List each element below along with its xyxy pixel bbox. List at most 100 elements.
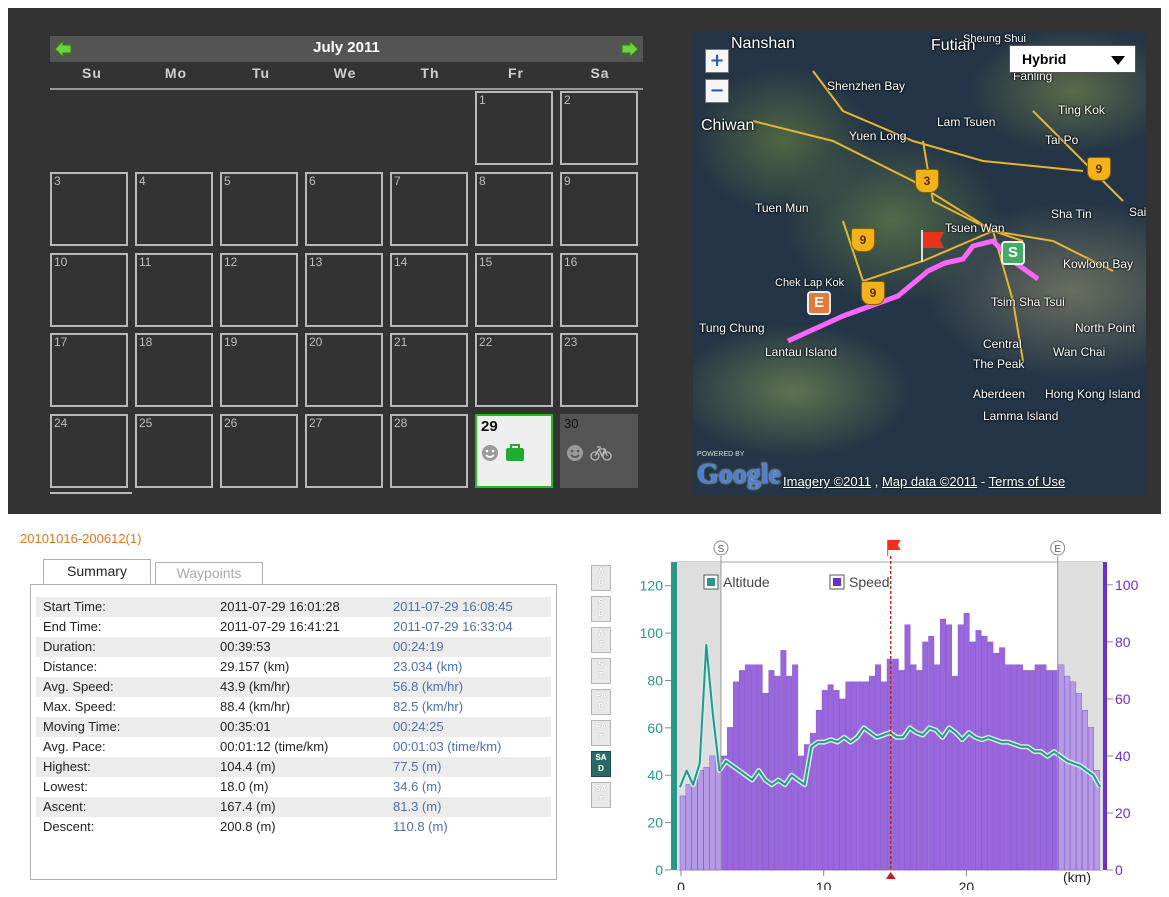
chart-mode-button-active[interactable]: SA D <box>591 751 611 777</box>
bicycle-icon[interactable] <box>590 444 612 462</box>
route-map[interactable]: Nanshan Futian Sheung Shui Fanling Shenz… <box>693 31 1146 496</box>
chart-mode-button[interactable]: ST <box>591 658 611 684</box>
row-selection: 56.8 (km/hr) <box>393 679 464 694</box>
next-month-arrow-icon[interactable] <box>620 39 640 59</box>
map-data-link[interactable]: Map data ©2011 <box>882 474 977 489</box>
summary-row: Descent: 200.8 (m) 110.8 (m) <box>36 817 551 837</box>
speed-bar <box>839 698 846 871</box>
calendar-day-cell[interactable]: 14 <box>390 253 468 327</box>
speed-bar <box>869 675 876 871</box>
summary-row: Max. Speed: 88.4 (km/hr) 82.5 (km/hr) <box>36 697 551 717</box>
calendar-day-cell[interactable]: 13 <box>305 253 383 327</box>
speed-bar <box>697 769 704 871</box>
left-tick-label: 120 <box>640 578 664 594</box>
calendar-day-cell-selected[interactable]: 29 <box>475 414 553 488</box>
calendar-day-cell[interactable]: 20 <box>305 333 383 407</box>
calendar-day-cell[interactable]: 19 <box>220 333 298 407</box>
speed-bar <box>691 778 698 871</box>
right-tick-label: 20 <box>1115 805 1131 821</box>
row-label: Descent: <box>43 819 95 834</box>
day-name: We <box>333 65 357 81</box>
left-tick-label: 80 <box>647 672 663 688</box>
calendar-day-cell[interactable]: 28 <box>390 414 468 488</box>
zoom-in-button[interactable]: + <box>705 49 729 73</box>
terms-of-use-link[interactable]: Terms of Use <box>989 474 1066 489</box>
day-number: 15 <box>479 255 493 269</box>
speed-bar <box>851 681 858 871</box>
row-label: Moving Time: <box>43 719 121 734</box>
chart-mode-button[interactable]: SD <box>591 596 611 622</box>
tab-waypoints[interactable]: Waypoints <box>155 562 263 584</box>
mode-bottom: T <box>598 733 604 742</box>
mode-bottom: T <box>598 640 604 649</box>
calendar-day-cell[interactable]: 3 <box>50 172 128 246</box>
day-number: 2 <box>564 93 571 107</box>
calendar-day-cell[interactable]: 15 <box>475 253 553 327</box>
start-marker-icon[interactable]: S <box>1001 241 1025 265</box>
tab-summary[interactable]: Summary <box>43 559 151 584</box>
calendar-day-cell[interactable]: 27 <box>305 414 383 488</box>
legend-speed-label: Speed <box>849 574 889 590</box>
calendar-day-names: Su Mo Tu We Th Fr Sa <box>50 62 643 90</box>
calendar-day-cell[interactable]: 8 <box>475 172 553 246</box>
speed-bar <box>1076 692 1082 871</box>
calendar-day-cell[interactable]: 2 <box>560 91 638 165</box>
chart-mode-button[interactable]: PA D <box>591 689 611 715</box>
start-chart-marker-icon-label: S <box>718 544 725 555</box>
speed-bar <box>1070 681 1077 871</box>
calendar-day-cell[interactable]: 12 <box>220 253 298 327</box>
map-label: Tai Po <box>1045 133 1079 147</box>
calendar-day-cell[interactable]: 5 <box>220 172 298 246</box>
briefcase-icon[interactable] <box>505 444 525 462</box>
calendar-day-cell[interactable]: 23 <box>560 333 638 407</box>
calendar-day-cell[interactable]: 22 <box>475 333 553 407</box>
day-number: 7 <box>394 174 401 188</box>
zoom-out-button[interactable]: − <box>705 79 729 103</box>
calendar-day-cell[interactable]: 9 <box>560 172 638 246</box>
smiley-icon[interactable] <box>566 444 584 462</box>
row-selection: 00:24:25 <box>393 719 444 734</box>
imagery-link[interactable]: Imagery ©2011 <box>783 474 871 489</box>
speed-bar <box>981 635 988 871</box>
speed-bar <box>792 664 799 871</box>
calendar-day-cell[interactable]: 6 <box>305 172 383 246</box>
day-number: 20 <box>309 335 323 349</box>
calendar-day-cell[interactable]: 30 <box>560 414 638 488</box>
right-tick-label: 100 <box>1115 577 1139 593</box>
calendar-day-cell[interactable]: 7 <box>390 172 468 246</box>
flag-icon[interactable] <box>918 228 948 264</box>
smiley-icon[interactable] <box>481 444 499 462</box>
calendar-day-cell[interactable]: 10 <box>50 253 128 327</box>
calendar-day-cell[interactable]: 17 <box>50 333 128 407</box>
calendar-day-cell[interactable]: 18 <box>135 333 213 407</box>
day-number: 3 <box>54 174 61 188</box>
calendar-day-cell[interactable]: 11 <box>135 253 213 327</box>
mode-top: S <box>598 660 604 669</box>
chart-mode-button[interactable]: AT <box>591 627 611 653</box>
chart-mode-button[interactable]: SA T <box>591 782 611 808</box>
calendar-day-cell[interactable]: 24 <box>50 414 128 488</box>
calendar-day-cell[interactable]: 4 <box>135 172 213 246</box>
calendar-day-cell[interactable]: 16 <box>560 253 638 327</box>
day-number: 12 <box>224 255 238 269</box>
calendar-day-cell[interactable]: 21 <box>390 333 468 407</box>
speed-bar <box>715 755 722 871</box>
summary-row: Distance: 29.157 (km) 23.034 (km) <box>36 657 551 677</box>
speed-bar <box>857 681 864 871</box>
calendar-day-cell[interactable]: 1 <box>475 91 553 165</box>
calendar-day-cell[interactable]: 26 <box>220 414 298 488</box>
altitude-speed-chart[interactable]: 0 20 40 60 80 100 120 0 20 40 60 80 100 0 10 20 (km) S E Al… <box>620 535 1160 890</box>
speed-bar <box>732 681 739 871</box>
map-type-select[interactable]: Hybrid <box>1009 45 1136 73</box>
highway-shield-icon: 9 <box>861 281 885 305</box>
right-tick-label: 0 <box>1115 862 1123 878</box>
legend-altitude-label: Altitude <box>723 574 770 590</box>
speed-bar <box>892 658 899 871</box>
day-number: 11 <box>139 255 152 269</box>
summary-row: Ascent: 167.4 (m) 81.3 (m) <box>36 797 551 817</box>
calendar-day-cell[interactable]: 25 <box>135 414 213 488</box>
row-selection: 81.3 (m) <box>393 799 442 814</box>
chart-mode-button[interactable]: AD <box>591 565 611 591</box>
end-marker-icon[interactable]: E <box>807 291 831 315</box>
chart-mode-button[interactable]: PA T <box>591 720 611 746</box>
